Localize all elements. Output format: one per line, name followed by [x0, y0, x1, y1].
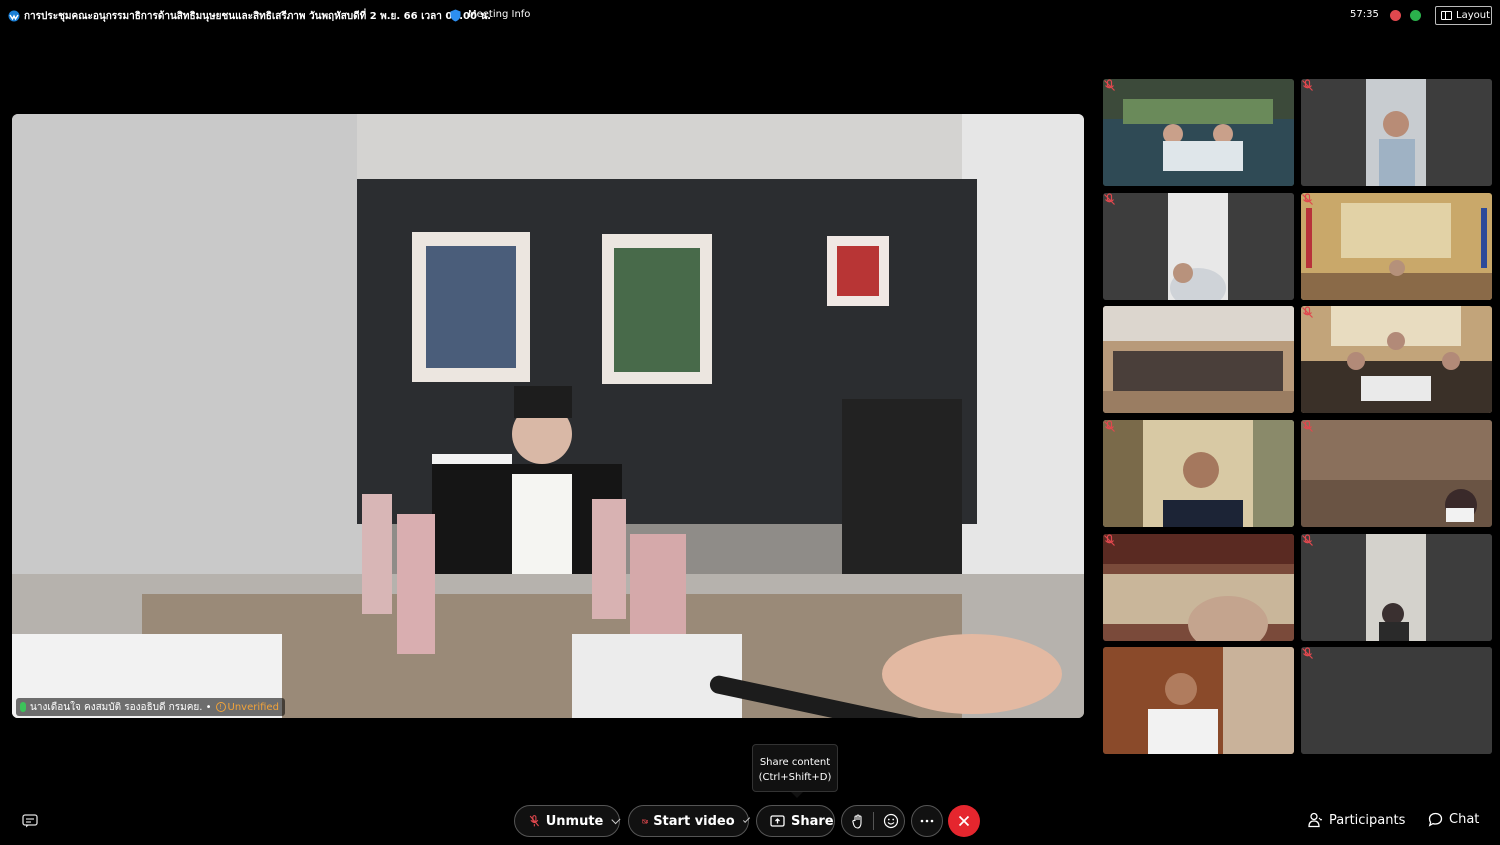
speaker-name: นางเดือนใจ คงสมบัติ รองอธิบดี กรมคย. •	[30, 701, 212, 713]
video-thumbnail	[1301, 647, 1492, 754]
participant-tile[interactable]	[1103, 420, 1294, 527]
unverified-label: Unverified	[227, 701, 279, 713]
participant-tile[interactable]	[1301, 306, 1492, 413]
more-options-button[interactable]	[911, 805, 943, 837]
video-thumbnail	[1103, 306, 1294, 413]
warning-icon: !	[215, 702, 226, 712]
chevron-down-icon[interactable]	[611, 814, 621, 824]
unmute-button[interactable]: Unmute	[514, 805, 621, 837]
video-thumbnail	[1103, 193, 1294, 300]
mute-icon	[1302, 647, 1313, 659]
webex-logo-icon	[8, 10, 20, 22]
mute-icon	[1104, 534, 1115, 546]
video-off-icon	[642, 818, 649, 824]
video-thumbnail	[1103, 534, 1294, 641]
mute-icon	[1302, 193, 1313, 205]
tooltip-line-1: Share content	[759, 757, 831, 768]
participant-tile[interactable]	[1103, 79, 1294, 186]
video-thumbnail	[1301, 534, 1492, 641]
participant-tile[interactable]	[1301, 193, 1492, 300]
start-video-label: Start video	[653, 813, 735, 829]
participants-label: Participants	[1329, 812, 1406, 828]
mute-icon	[1302, 534, 1313, 546]
mute-icon	[1302, 79, 1313, 91]
participant-tile[interactable]	[1301, 420, 1492, 527]
video-thumbnail	[1301, 79, 1492, 186]
participant-tile[interactable]	[1103, 647, 1294, 754]
participants-button[interactable]: Participants	[1308, 812, 1405, 828]
active-speaker-video[interactable]: นางเดือนใจ คงสมบัติ รองอธิบดี กรมคย. • !…	[12, 114, 1084, 718]
shield-icon[interactable]	[450, 9, 461, 22]
mute-icon	[1104, 420, 1115, 432]
chat-label: Chat	[1449, 812, 1480, 827]
mic-active-icon	[20, 702, 26, 712]
video-thumbnail	[1103, 79, 1294, 186]
tooltip-line-2: (Ctrl+Shift+D)	[758, 772, 832, 783]
speaker-video-frame	[12, 114, 1084, 718]
chat-icon	[1428, 812, 1443, 827]
layout-label: Layout	[1456, 10, 1490, 21]
video-thumbnail	[1103, 647, 1294, 754]
participant-tile[interactable]	[1301, 647, 1492, 754]
title-bar: การประชุมคณะอนุกรรมาธิการด้านสิทธิมนุษยช…	[0, 0, 1500, 32]
mute-icon	[1104, 193, 1115, 205]
video-thumbnail	[1301, 193, 1492, 300]
raise-hand-icon[interactable]	[852, 813, 864, 829]
video-thumbnail	[1301, 420, 1492, 527]
participant-tile[interactable]	[1103, 193, 1294, 300]
participant-tile[interactable]	[1103, 306, 1294, 413]
end-call-button[interactable]	[948, 805, 980, 837]
layout-button[interactable]: Layout	[1435, 6, 1492, 25]
more-icon	[920, 819, 934, 823]
mute-icon	[1302, 420, 1313, 432]
close-icon	[958, 815, 970, 827]
reactions-group	[841, 805, 905, 837]
participants-icon	[1308, 812, 1323, 828]
meeting-info-link[interactable]: Meeting Info	[468, 9, 530, 20]
video-thumbnail	[1103, 420, 1294, 527]
share-screen-icon	[770, 814, 785, 827]
divider	[873, 812, 874, 830]
unverified-status: ! Unverified	[215, 701, 279, 713]
share-tooltip: Share content (Ctrl+Shift+D)	[752, 744, 838, 798]
start-video-button[interactable]: Start video	[628, 805, 750, 837]
video-thumbnail	[1301, 306, 1492, 413]
unmute-label: Unmute	[545, 813, 604, 829]
participant-tile[interactable]	[1301, 79, 1492, 186]
muted-mic-icon	[529, 815, 539, 827]
mute-icon	[1302, 306, 1313, 318]
share-button[interactable]: Share	[756, 805, 835, 837]
connection-indicator-icon	[1410, 10, 1421, 21]
chevron-down-icon[interactable]	[742, 815, 750, 823]
share-label: Share	[791, 813, 834, 829]
participant-tile[interactable]	[1103, 534, 1294, 641]
emoji-reaction-icon[interactable]	[883, 813, 899, 829]
participant-tile[interactable]	[1301, 534, 1492, 641]
layout-icon	[1441, 11, 1452, 20]
chat-button[interactable]: Chat	[1428, 812, 1479, 827]
mute-icon	[1104, 79, 1115, 91]
recording-indicator-icon	[1390, 10, 1401, 21]
captions-icon[interactable]	[22, 814, 38, 828]
speaker-name-badge: นางเดือนใจ คงสมบัติ รองอธิบดี กรมคย. • !…	[16, 698, 285, 716]
meeting-timer: 57:35	[1350, 9, 1379, 20]
meeting-title: การประชุมคณะอนุกรรมาธิการด้านสิทธิมนุษยช…	[24, 11, 492, 22]
